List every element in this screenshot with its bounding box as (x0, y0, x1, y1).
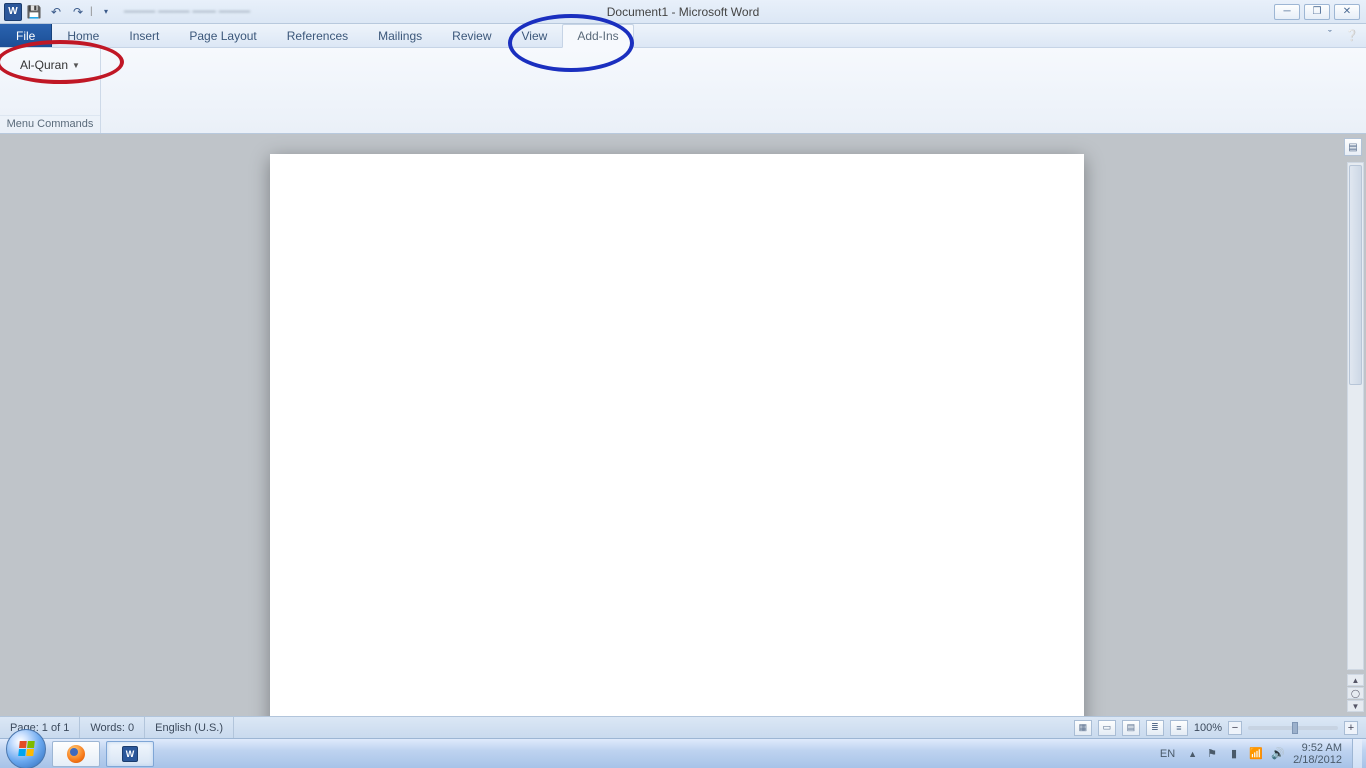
view-print-layout-icon[interactable]: ▦ (1074, 720, 1092, 736)
ribbon-group-menu-commands: Al-Quran ▼ Menu Commands (0, 48, 101, 133)
tab-view[interactable]: View (507, 24, 563, 47)
tray-time: 9:52 AM (1293, 742, 1342, 754)
zoom-slider-knob[interactable] (1292, 722, 1298, 734)
show-desktop-button[interactable] (1352, 739, 1362, 768)
scrollbar-thumb[interactable] (1349, 165, 1362, 385)
chevron-down-icon: ▼ (72, 61, 80, 70)
flag-icon[interactable]: ⚑ (1205, 747, 1219, 761)
ribbon-panel: Al-Quran ▼ Menu Commands (0, 48, 1366, 134)
status-words[interactable]: Words: 0 (80, 717, 145, 738)
next-page-button[interactable]: ▼ (1347, 700, 1364, 712)
view-draft-icon[interactable]: ≡ (1170, 720, 1188, 736)
view-full-screen-icon[interactable]: ▭ (1098, 720, 1116, 736)
tray-language[interactable]: EN (1155, 746, 1180, 762)
firefox-icon (67, 745, 85, 763)
ribbon-minimize-icon[interactable]: ˇ (1322, 27, 1338, 43)
battery-icon[interactable]: ▮ (1227, 747, 1241, 761)
taskbar-firefox[interactable] (52, 741, 100, 767)
qat-customize-icon[interactable]: ▾ (96, 2, 116, 22)
start-button[interactable] (6, 729, 46, 768)
quick-access-toolbar: W 💾 ↶ ↷ | ▾ ──── ──── ─── ──── (0, 2, 250, 22)
taskbar-word[interactable]: W (106, 741, 154, 767)
view-web-layout-icon[interactable]: ▤ (1122, 720, 1140, 736)
window-controls: ─ ❐ ✕ (1274, 4, 1366, 20)
windows-logo-icon (18, 741, 35, 756)
ribbon-group-label: Menu Commands (0, 115, 100, 133)
word-icon: W (122, 746, 138, 762)
file-tab[interactable]: File (0, 24, 52, 47)
word-app-icon[interactable]: W (4, 3, 22, 21)
undo-icon[interactable]: ↶ (46, 2, 66, 22)
tab-home[interactable]: Home (52, 24, 114, 47)
tray-date: 2/18/2012 (1293, 754, 1342, 766)
view-outline-icon[interactable]: ≣ (1146, 720, 1164, 736)
vertical-scrollbar[interactable] (1347, 162, 1364, 670)
taskbar: W EN ▲ ⚑ ▮ 📶 🔊 9:52 AM 2/18/2012 (0, 738, 1366, 768)
title-bar: W 💾 ↶ ↷ | ▾ ──── ──── ─── ──── Document1… (0, 0, 1366, 24)
tray-show-hidden-icon[interactable]: ▲ (1188, 749, 1197, 759)
network-icon[interactable]: 📶 (1249, 747, 1263, 761)
help-icon[interactable]: ❔ (1344, 27, 1360, 43)
tab-references[interactable]: References (272, 24, 363, 47)
tab-review[interactable]: Review (437, 24, 506, 47)
zoom-out-button[interactable]: − (1228, 721, 1242, 735)
redo-icon[interactable]: ↷ (68, 2, 88, 22)
status-bar: Page: 1 of 1 Words: 0 English (U.S.) ▦ ▭… (0, 716, 1366, 738)
zoom-in-button[interactable]: + (1344, 721, 1358, 735)
tray-clock[interactable]: 9:52 AM 2/18/2012 (1293, 742, 1344, 766)
page-navigation: ▲ ◯ ▼ (1347, 674, 1364, 712)
minimize-button[interactable]: ─ (1274, 4, 1300, 20)
browse-object-button[interactable]: ◯ (1347, 687, 1364, 699)
volume-icon[interactable]: 🔊 (1271, 747, 1285, 761)
qat-divider: | (90, 6, 94, 17)
ruler-toggle-icon[interactable]: ▤ (1344, 138, 1362, 156)
tab-add-ins[interactable]: Add-Ins (562, 24, 633, 48)
document-page[interactable] (270, 154, 1084, 716)
system-tray: EN ▲ ⚑ ▮ 📶 🔊 9:52 AM 2/18/2012 (1155, 739, 1366, 768)
restore-button[interactable]: ❐ (1304, 4, 1330, 20)
ribbon-tab-strip: File Home Insert Page Layout References … (0, 24, 1366, 48)
al-quran-dropdown[interactable]: Al-Quran ▼ (12, 56, 88, 74)
tab-page-layout[interactable]: Page Layout (174, 24, 271, 47)
blurred-qat-text: ──── ──── ─── ──── (124, 6, 250, 18)
tab-mailings[interactable]: Mailings (363, 24, 437, 47)
close-button[interactable]: ✕ (1334, 4, 1360, 20)
zoom-slider[interactable] (1248, 726, 1338, 730)
al-quran-label: Al-Quran (20, 58, 68, 72)
previous-page-button[interactable]: ▲ (1347, 674, 1364, 686)
tab-insert[interactable]: Insert (114, 24, 174, 47)
save-icon[interactable]: 💾 (24, 2, 44, 22)
document-area[interactable]: ▤ ▲ ◯ ▼ (0, 134, 1366, 716)
status-language[interactable]: English (U.S.) (145, 717, 234, 738)
zoom-level[interactable]: 100% (1194, 722, 1222, 734)
